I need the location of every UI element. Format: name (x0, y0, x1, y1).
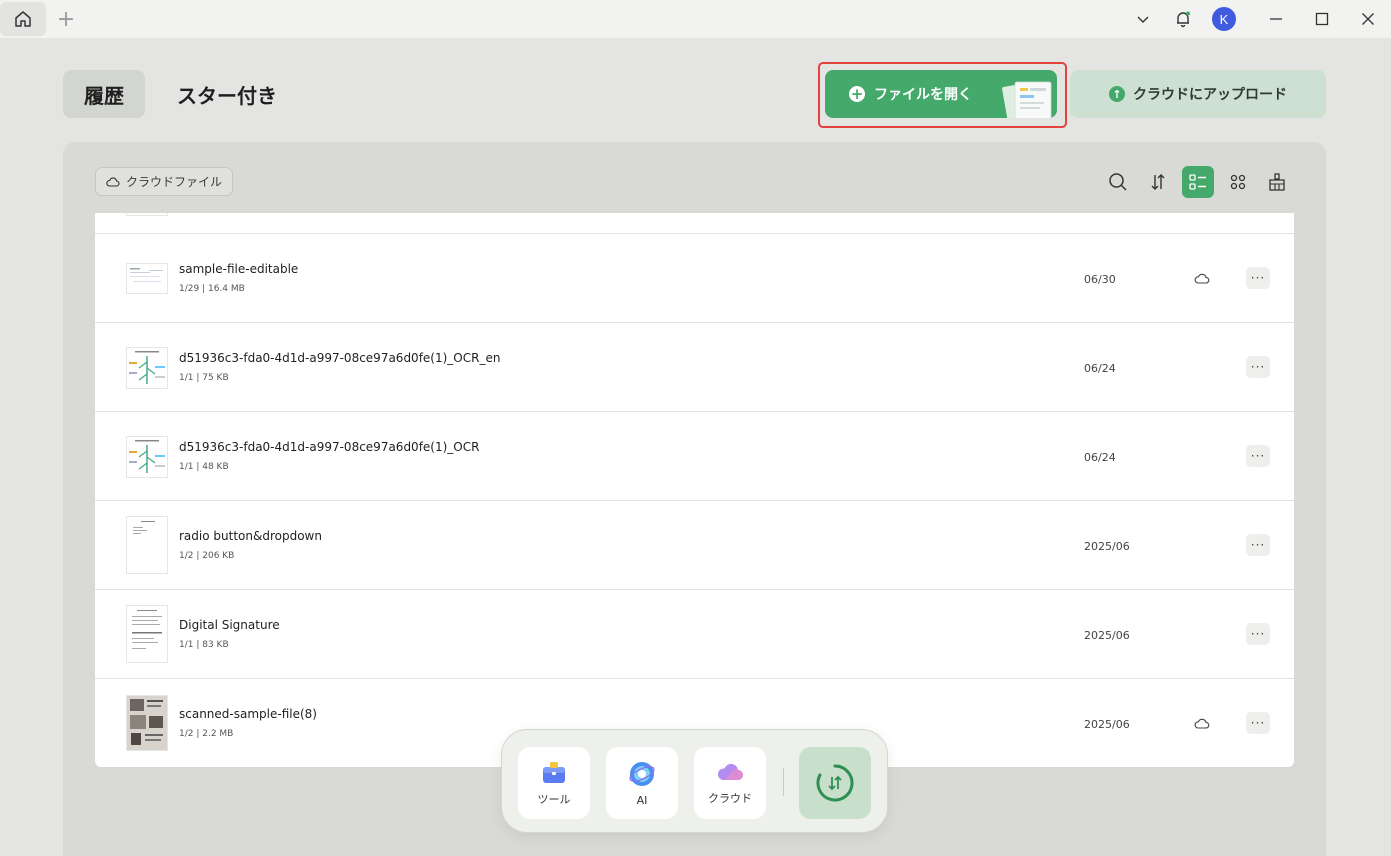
file-thumbnail (127, 348, 167, 388)
dock-tools-label: ツール (537, 793, 571, 806)
toolbox-icon (543, 762, 565, 783)
file-thumbnail (127, 264, 167, 293)
file-name: radio button&dropdown (179, 529, 322, 543)
dock-recent-button[interactable] (799, 747, 871, 819)
clear-button[interactable] (1261, 166, 1293, 198)
open-file-label: ファイルを開く (874, 87, 972, 103)
file-name: sample-file-editable (179, 262, 299, 276)
cloud-files-label: クラウドファイル (125, 175, 222, 189)
file-meta: 1/2 | 2.2 MB (179, 729, 234, 739)
minimize-button[interactable] (1253, 0, 1299, 38)
list-view-button[interactable] (1182, 166, 1214, 198)
list-view-icon (1189, 174, 1206, 190)
arrow-up-icon: ↑ (1109, 86, 1125, 102)
home-tab[interactable] (0, 2, 46, 36)
file-thumbnail (127, 437, 167, 477)
ai-orb-icon (629, 761, 655, 786)
more-options-button[interactable]: ··· (1246, 534, 1270, 556)
file-meta: 1/1 | 48 KB (179, 462, 229, 472)
file-name: Digital Signature (179, 618, 280, 632)
more-options-button[interactable]: ··· (1246, 623, 1270, 645)
broom-icon (1269, 173, 1285, 191)
file-row[interactable]: radio button&dropdown 1/2 | 206 KB 2025/… (95, 500, 1294, 589)
home-icon (15, 11, 31, 27)
bell-icon (1177, 11, 1190, 28)
file-thumbnail (127, 606, 167, 662)
file-meta: 1/1 | 83 KB (179, 640, 229, 650)
title-bar: + K (0, 0, 1391, 38)
file-date: 06/24 (1084, 451, 1116, 464)
more-options-button[interactable]: ··· (1246, 267, 1270, 289)
dropdown-button[interactable] (1123, 0, 1163, 38)
maximize-button[interactable] (1299, 0, 1345, 38)
file-meta: 1/2 | 206 KB (179, 551, 235, 561)
chevron-down-icon (1137, 16, 1149, 23)
tab-starred[interactable]: スター付き (177, 70, 277, 118)
search-button[interactable] (1102, 166, 1134, 198)
file-date: 2025/06 (1084, 718, 1130, 731)
documents-illustration-icon (1002, 81, 1052, 118)
file-row[interactable]: sample-file-editable 1/29 | 16.4 MB 06/3… (95, 233, 1294, 322)
file-list: sample-file-editable 1/29 | 16.4 MB 06/3… (95, 213, 1294, 767)
avatar: K (1212, 7, 1236, 31)
sort-button[interactable] (1142, 166, 1174, 198)
plus-icon: + (849, 84, 865, 103)
tab-history[interactable]: 履歴 (63, 70, 145, 118)
upload-to-cloud-button[interactable]: ↑ クラウドにアップロード (1070, 70, 1326, 118)
cloud-synced-icon (1194, 716, 1210, 735)
file-row[interactable]: Digital Signature 1/1 | 83 KB 2025/06 ··… (95, 589, 1294, 678)
new-tab-button[interactable]: + (46, 2, 86, 36)
dock-ai-label: AI (636, 793, 648, 807)
account-button[interactable]: K (1203, 0, 1245, 38)
file-thumbnail (127, 517, 167, 573)
cloud-icon (717, 763, 744, 780)
file-date: 06/24 (1084, 362, 1116, 375)
notifications-button[interactable] (1163, 0, 1203, 38)
more-options-button[interactable]: ··· (1246, 445, 1270, 467)
cloud-icon (106, 177, 120, 187)
minimize-icon (1270, 18, 1282, 20)
file-thumbnail (127, 696, 167, 750)
close-icon (1362, 13, 1374, 25)
dock-cloud-button[interactable]: クラウド (694, 747, 766, 819)
cloud-synced-icon (1194, 271, 1210, 290)
file-name: scanned-sample-file(8) (179, 707, 317, 721)
search-icon (1109, 173, 1127, 191)
more-options-button[interactable]: ··· (1246, 712, 1270, 734)
more-options-button[interactable]: ··· (1246, 356, 1270, 378)
dock-separator (783, 768, 784, 796)
file-name: d51936c3-fda0-4d1d-a997-08ce97a6d0fe(1)_… (179, 351, 501, 365)
file-date: 2025/06 (1084, 629, 1130, 642)
file-date: 2025/06 (1084, 540, 1130, 553)
sort-icon (1151, 174, 1165, 190)
bottom-dock: ツール AI クラウド (501, 729, 888, 833)
grid-view-icon (1230, 174, 1246, 190)
maximize-icon (1315, 12, 1329, 26)
open-file-button[interactable]: + ファイルを開く (825, 70, 1057, 118)
file-date: 06/30 (1084, 273, 1116, 286)
cloud-files-filter[interactable]: クラウドファイル (95, 167, 233, 196)
file-name: d51936c3-fda0-4d1d-a997-08ce97a6d0fe(1)_… (179, 440, 480, 454)
close-button[interactable] (1345, 0, 1391, 38)
grid-view-button[interactable] (1222, 166, 1254, 198)
file-thumbnail (127, 213, 167, 215)
dock-tools-button[interactable]: ツール (518, 747, 590, 819)
dock-ai-button[interactable]: AI (606, 747, 678, 819)
file-row[interactable]: d51936c3-fda0-4d1d-a997-08ce97a6d0fe(1)_… (95, 322, 1294, 411)
upload-label: クラウドにアップロード (1133, 87, 1287, 103)
recent-history-icon (816, 764, 854, 802)
dock-cloud-label: クラウド (708, 792, 752, 805)
file-meta: 1/29 | 16.4 MB (179, 284, 245, 294)
file-row[interactable]: d51936c3-fda0-4d1d-a997-08ce97a6d0fe(1)_… (95, 411, 1294, 500)
window-controls: K (1123, 0, 1391, 38)
file-meta: 1/1 | 75 KB (179, 373, 229, 383)
